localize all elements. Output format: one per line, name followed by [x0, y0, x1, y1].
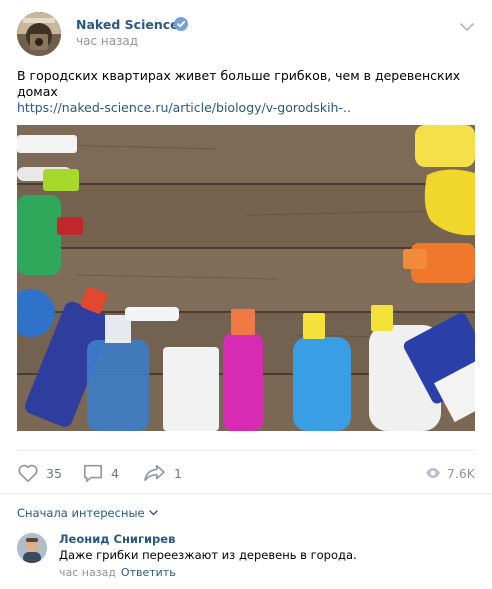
comment-meta: час назад Ответить — [59, 566, 176, 579]
chevron-down-icon — [148, 510, 158, 516]
eye-icon — [425, 468, 440, 478]
post-time[interactable]: час назад — [76, 34, 138, 48]
wall-post: Naked Science час назад В городских квар… — [0, 0, 492, 589]
comments-count: 4 — [111, 465, 119, 481]
share-button[interactable]: 1 — [143, 462, 182, 484]
views-count: 7.6K — [446, 465, 475, 481]
comments-sort[interactable]: Сначала интересные — [17, 506, 158, 520]
community-name[interactable]: Naked Science — [76, 17, 179, 32]
likes-count: 35 — [46, 465, 62, 481]
heart-icon — [18, 464, 38, 482]
verified-icon — [174, 17, 188, 31]
post-photo[interactable] — [17, 125, 475, 431]
comment-icon — [84, 464, 102, 482]
avatar[interactable] — [17, 533, 47, 563]
views-counter: 7.6K — [425, 462, 475, 484]
community-avatar[interactable] — [17, 12, 61, 56]
chevron-down-icon[interactable] — [459, 20, 475, 31]
comment-item: Леонид Снигирев Даже грибки переезжают и… — [17, 531, 475, 583]
comment-time[interactable]: час назад — [59, 566, 116, 579]
post-actions: 35 4 1 7.6K — [17, 450, 475, 492]
comment-button[interactable]: 4 — [82, 462, 119, 484]
post-link[interactable]: https://naked-science.ru/article/biology… — [17, 100, 351, 116]
comment-author[interactable]: Леонид Снигирев — [59, 532, 175, 546]
post-header: Naked Science час назад — [17, 12, 475, 56]
divider — [0, 493, 492, 494]
like-button[interactable]: 35 — [17, 462, 62, 484]
post-text: В городских квартирах живет больше грибк… — [17, 68, 461, 99]
reply-button[interactable]: Ответить — [121, 566, 176, 579]
comment-text: Даже грибки переезжают из деревень в гор… — [59, 548, 357, 562]
share-icon — [144, 464, 165, 482]
comments-sort-label: Сначала интересные — [17, 506, 145, 520]
shares-count: 1 — [174, 465, 182, 481]
